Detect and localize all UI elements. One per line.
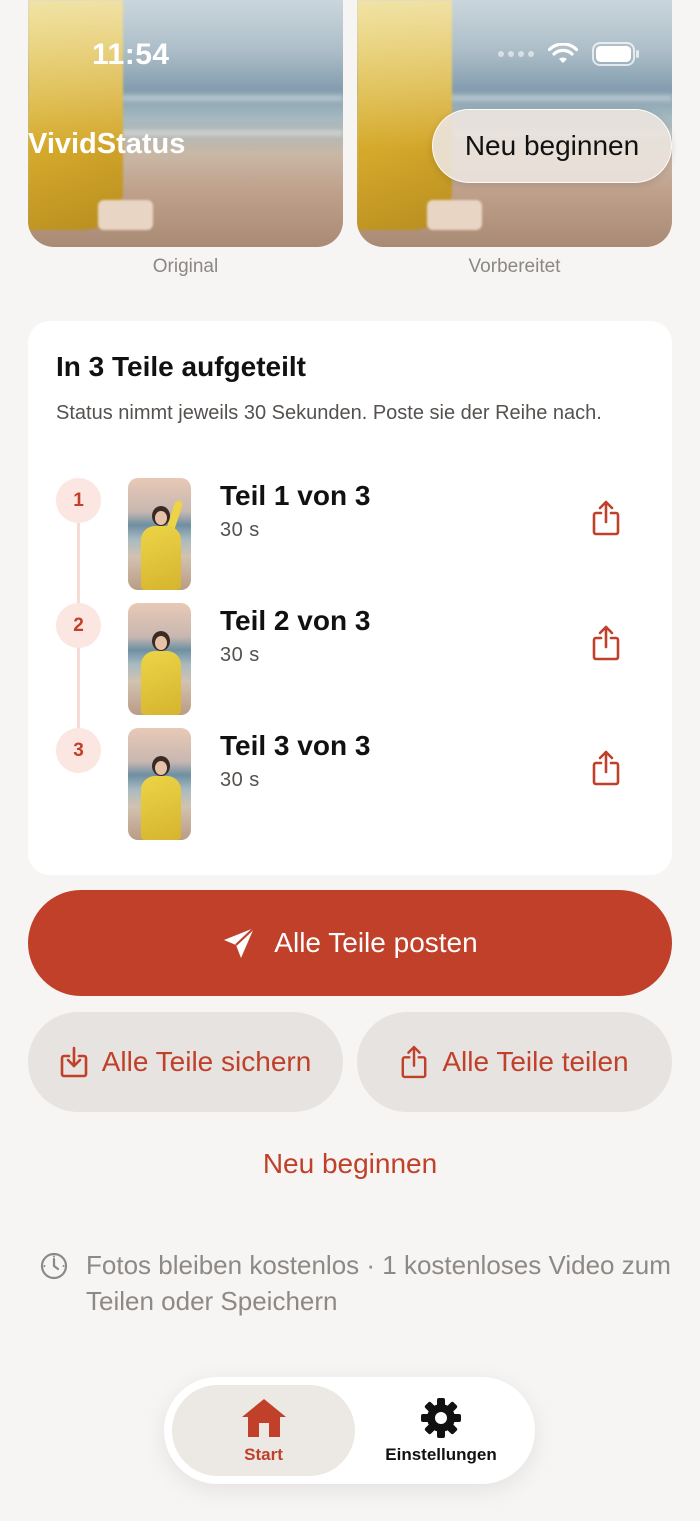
original-preview bbox=[28, 0, 343, 247]
download-icon bbox=[60, 1046, 88, 1078]
prepared-caption: Vorbereitet bbox=[468, 256, 561, 277]
battery-icon bbox=[592, 42, 639, 66]
tab-label: Einstellungen bbox=[385, 1444, 497, 1464]
free-usage-notice: Fotos bleiben kostenlos · 1 kostenloses … bbox=[86, 1250, 671, 1316]
part-thumbnail[interactable] bbox=[128, 478, 191, 590]
part-duration: 30 s bbox=[220, 644, 260, 666]
tab-start[interactable]: Start bbox=[172, 1385, 355, 1476]
tab-einstellungen[interactable]: Einstellungen bbox=[355, 1385, 527, 1476]
share-icon bbox=[401, 1045, 427, 1079]
timer-icon bbox=[40, 1252, 68, 1280]
part-duration: 30 s bbox=[220, 769, 260, 791]
tab-label: Start bbox=[244, 1444, 283, 1464]
share-all-button[interactable]: Alle Teile teilen bbox=[357, 1012, 672, 1112]
part-title: Teil 3 von 3 bbox=[220, 730, 371, 761]
part-number-badge: 1 bbox=[56, 478, 101, 523]
post-all-label: Alle Teile posten bbox=[274, 927, 478, 958]
parts-card: In 3 Teile aufgeteilt Status nimmt jewei… bbox=[28, 321, 672, 875]
part-row: 2 Teil 2 von 3 30 s bbox=[28, 603, 672, 715]
part-thumbnail[interactable] bbox=[128, 603, 191, 715]
share-icon[interactable] bbox=[591, 750, 621, 786]
share-all-label: Alle Teile teilen bbox=[442, 1046, 629, 1077]
status-icons bbox=[498, 42, 640, 66]
home-icon bbox=[241, 1398, 286, 1437]
part-title: Teil 2 von 3 bbox=[220, 605, 371, 636]
part-row: 1 Teil 1 von 3 30 s bbox=[28, 478, 672, 590]
part-row: 3 Teil 3 von 3 30 s bbox=[28, 728, 672, 840]
restart-button[interactable]: Neu beginnen bbox=[432, 109, 672, 183]
original-caption: Original bbox=[152, 256, 219, 277]
restart-link[interactable]: Neu beginnen bbox=[0, 1148, 700, 1180]
share-icon[interactable] bbox=[591, 625, 621, 661]
part-thumbnail[interactable] bbox=[128, 728, 191, 840]
cellular-signal-icon bbox=[498, 51, 534, 57]
share-icon[interactable] bbox=[591, 500, 621, 536]
post-all-button[interactable]: Alle Teile posten bbox=[28, 890, 672, 996]
part-number-badge: 3 bbox=[56, 728, 101, 773]
part-title: Teil 1 von 3 bbox=[220, 480, 371, 511]
card-title: In 3 Teile aufgeteilt bbox=[56, 351, 306, 382]
wifi-icon bbox=[548, 43, 578, 63]
save-all-label: Alle Teile sichern bbox=[101, 1046, 312, 1077]
app-title: VividStatus bbox=[28, 128, 186, 160]
save-all-button[interactable]: Alle Teile sichern bbox=[28, 1012, 343, 1112]
card-subtitle: Status nimmt jeweils 30 Sekunden. Poste … bbox=[56, 402, 602, 424]
gear-icon bbox=[421, 1397, 461, 1438]
paper-plane-icon bbox=[224, 927, 256, 958]
part-duration: 30 s bbox=[220, 519, 260, 541]
status-time: 11:54 bbox=[92, 38, 170, 71]
tab-bar: Start Einstellungen bbox=[164, 1377, 535, 1484]
part-number-badge: 2 bbox=[56, 603, 101, 648]
